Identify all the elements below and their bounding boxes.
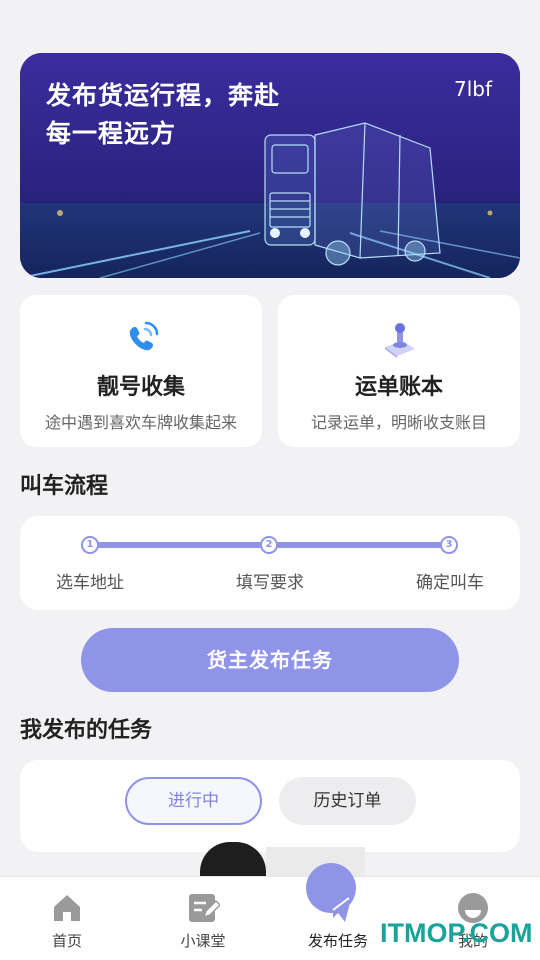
nav-label: 发布任务 xyxy=(307,932,368,950)
card-plate-collection[interactable]: 靓号收集 途中遇到喜欢车牌收集起来 xyxy=(20,295,262,447)
nav-label: 首页 xyxy=(51,932,82,950)
tasks-section-title: 我发布的任务 xyxy=(20,718,153,743)
card-subtitle: 途中遇到喜欢车牌收集起来 xyxy=(44,413,237,432)
step-marker: 3 xyxy=(440,536,458,554)
step-label: 选车地址 xyxy=(56,573,124,593)
send-icon xyxy=(324,895,352,922)
stamp-icon xyxy=(385,323,415,358)
step-marker: 2 xyxy=(260,536,278,554)
banner-title: 发布货运行程，奔赴 每一程远方 xyxy=(46,81,281,148)
nav-label: 小课堂 xyxy=(180,932,226,950)
nav-classroom[interactable]: 小课堂 xyxy=(148,877,258,960)
card-title: 靓号收集 xyxy=(96,375,185,400)
process-section-title: 叫车流程 xyxy=(20,474,109,499)
card-title: 运单账本 xyxy=(354,375,443,400)
card-subtitle: 记录运单，明晰收支账目 xyxy=(310,413,487,432)
banner-tag: 7lbf xyxy=(453,77,492,101)
nav-publish-task[interactable]: 发布任务 xyxy=(283,863,393,960)
nav-home[interactable]: 首页 xyxy=(12,877,122,960)
phone-icon xyxy=(129,321,159,351)
hero-banner[interactable]: 发布货运行程，奔赴 每一程远方 7lbf xyxy=(20,53,520,278)
watermark: ITMOP.COM xyxy=(380,918,533,948)
step-label: 确定叫车 xyxy=(416,573,484,593)
tab-history-orders[interactable]: 历史订单 xyxy=(279,777,416,825)
home-icon xyxy=(54,895,80,921)
publish-task-button[interactable]: 货主发布任务 xyxy=(81,628,459,692)
card-waybill-ledger[interactable]: 运单账本 记录运单，明晰收支账目 xyxy=(278,295,520,447)
process-steps: 1 2 3 选车地址 填写要求 确定叫车 xyxy=(20,516,520,610)
tasks-panel: 进行中 历史订单 xyxy=(20,760,520,852)
step-label: 填写要求 xyxy=(236,573,304,593)
tab-in-progress[interactable]: 进行中 xyxy=(125,777,262,825)
step-marker: 1 xyxy=(81,536,99,554)
notebook-icon xyxy=(189,894,220,922)
